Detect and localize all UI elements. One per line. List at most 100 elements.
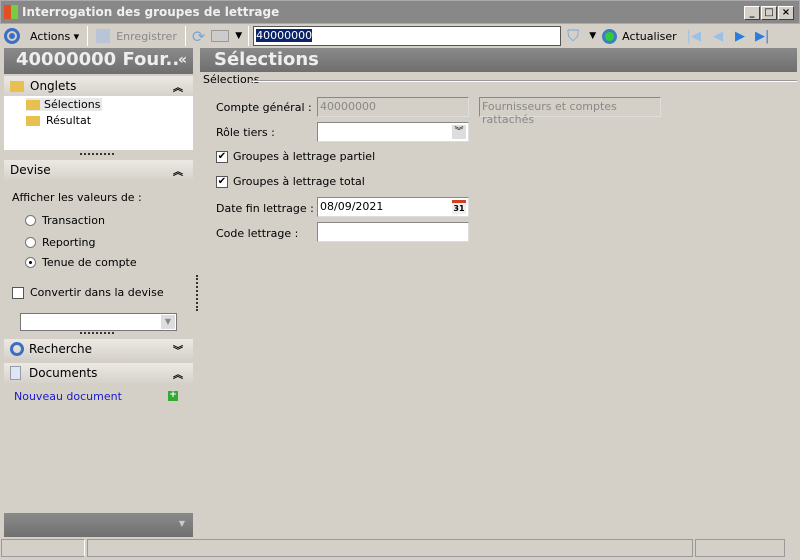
document-icon bbox=[10, 366, 21, 380]
chevron-up-icon[interactable]: ︽ bbox=[173, 79, 183, 94]
save-label: Enregistrer bbox=[116, 29, 177, 43]
separator bbox=[248, 26, 250, 46]
display-values-label: Afficher les valeurs de : bbox=[12, 191, 142, 204]
checkbox[interactable]: ✔ bbox=[216, 175, 228, 188]
section-label: Onglets bbox=[30, 79, 77, 93]
panel-footer: ▼ bbox=[4, 513, 193, 537]
radio-label: Transaction bbox=[42, 214, 105, 227]
splitter-grip[interactable] bbox=[80, 332, 114, 334]
window-title: Interrogation des groupes de lettrage bbox=[22, 5, 280, 19]
target-icon bbox=[10, 342, 24, 356]
lettering-code-field[interactable] bbox=[317, 222, 469, 242]
checkbox-label: Convertir dans la devise bbox=[30, 286, 164, 299]
chevron-down-icon[interactable]: ▼ bbox=[179, 519, 185, 528]
filter-dropdown[interactable]: ▼ bbox=[589, 31, 596, 41]
section-label: Recherche bbox=[29, 342, 93, 356]
radio-tenue-de-compte[interactable]: Tenue de compte bbox=[25, 256, 137, 269]
third-party-role-label: Rôle tiers : bbox=[216, 126, 275, 139]
tabs-tree: Sélections Résultat bbox=[4, 96, 193, 150]
app-icon bbox=[4, 5, 18, 19]
save-icon bbox=[96, 29, 111, 43]
status-cell bbox=[695, 539, 785, 557]
maximize-button[interactable]: □ bbox=[761, 6, 777, 20]
target-icon[interactable] bbox=[4, 28, 20, 44]
status-cell bbox=[87, 539, 693, 557]
vertical-splitter-grip[interactable] bbox=[196, 275, 198, 311]
folder-icon bbox=[10, 80, 24, 92]
add-icon[interactable]: + bbox=[168, 391, 178, 401]
partial-lettering-checkbox[interactable]: ✔ Groupes à lettrage partiel bbox=[216, 150, 375, 163]
last-record-icon[interactable]: ▶| bbox=[755, 29, 769, 44]
tree-label: Sélections bbox=[44, 98, 101, 111]
convert-currency-checkbox[interactable]: Convertir dans la devise bbox=[12, 286, 164, 299]
section-documents[interactable]: Documents ︽ bbox=[4, 363, 193, 383]
calendar-icon[interactable]: 31 bbox=[452, 200, 466, 214]
radio-button[interactable] bbox=[25, 215, 36, 226]
date-value: 08/09/2021 bbox=[320, 200, 384, 213]
refresh-button[interactable]: Actualiser bbox=[602, 28, 677, 44]
sync-icon[interactable]: ⟳ bbox=[192, 27, 205, 46]
refresh-label: Actualiser bbox=[622, 29, 677, 43]
actions-menu[interactable]: Actions ▾ bbox=[30, 30, 79, 43]
account-label: Compte général : bbox=[216, 101, 312, 114]
lettering-code-label: Code lettrage : bbox=[216, 227, 299, 240]
search-input[interactable]: 40000000 bbox=[253, 26, 562, 46]
folder-open-icon bbox=[26, 99, 40, 110]
section-label: Documents bbox=[29, 366, 98, 380]
third-party-role-select[interactable]: ︾ bbox=[317, 122, 469, 142]
tree-label: Résultat bbox=[46, 114, 92, 127]
radio-label: Reporting bbox=[42, 236, 96, 249]
radio-button[interactable] bbox=[25, 257, 36, 268]
minimize-button[interactable]: _ bbox=[744, 6, 760, 20]
left-panel-title: 40000000 Four.. bbox=[16, 49, 180, 70]
section-label: Devise bbox=[10, 163, 51, 177]
tree-item-selections[interactable]: Sélections bbox=[26, 98, 103, 111]
main-header: Sélections bbox=[200, 48, 797, 72]
currency-select[interactable]: ▼ bbox=[20, 313, 177, 331]
new-document-link[interactable]: Nouveau document bbox=[14, 390, 122, 403]
search-value: 40000000 bbox=[256, 29, 313, 42]
group-title: Sélections bbox=[203, 73, 260, 86]
print-dropdown[interactable]: ▼ bbox=[235, 31, 242, 41]
previous-record-icon[interactable]: ◀ bbox=[713, 29, 723, 44]
end-date-label: Date fin lettrage : bbox=[216, 202, 314, 215]
splitter-grip[interactable] bbox=[80, 153, 114, 155]
first-record-icon[interactable]: |◀ bbox=[687, 29, 701, 44]
checkbox-label: Groupes à lettrage partiel bbox=[233, 150, 376, 163]
end-date-field[interactable]: 08/09/2021 31 bbox=[317, 197, 469, 217]
section-recherche[interactable]: Recherche ︾ bbox=[4, 339, 193, 359]
refresh-icon bbox=[602, 28, 618, 44]
radio-reporting[interactable]: Reporting bbox=[25, 236, 95, 249]
folder-icon bbox=[26, 115, 40, 126]
close-button[interactable]: × bbox=[778, 6, 794, 20]
separator bbox=[184, 26, 186, 46]
tree-item-resultat[interactable]: Résultat bbox=[26, 114, 91, 127]
account-field: 40000000 bbox=[317, 97, 469, 117]
status-cell bbox=[1, 539, 85, 557]
chevron-down-icon[interactable]: ︾ bbox=[173, 342, 183, 357]
dropdown-arrow-icon[interactable]: ▼ bbox=[161, 315, 175, 329]
save-button[interactable]: Enregistrer bbox=[96, 29, 177, 43]
checkbox[interactable]: ✔ bbox=[216, 150, 228, 163]
double-chevron-down-icon[interactable]: ︾ bbox=[452, 125, 466, 139]
radio-label: Tenue de compte bbox=[42, 256, 137, 269]
status-bar bbox=[0, 538, 800, 558]
section-devise[interactable]: Devise ︽ bbox=[4, 160, 193, 180]
radio-button[interactable] bbox=[25, 237, 36, 248]
chevron-up-icon[interactable]: ︽ bbox=[173, 163, 183, 178]
separator bbox=[87, 26, 89, 46]
radio-transaction[interactable]: Transaction bbox=[25, 214, 105, 227]
left-panel-header: 40000000 Four.. « bbox=[4, 48, 193, 74]
filter-icon[interactable]: ⛉ bbox=[567, 26, 579, 46]
print-icon[interactable] bbox=[211, 30, 230, 42]
chevron-up-icon[interactable]: ︽ bbox=[173, 366, 183, 381]
total-lettering-checkbox[interactable]: ✔ Groupes à lettrage total bbox=[216, 175, 365, 188]
section-onglets[interactable]: Onglets ︽ bbox=[4, 76, 193, 96]
checkbox[interactable] bbox=[12, 286, 24, 299]
checkbox-label: Groupes à lettrage total bbox=[233, 175, 365, 188]
group-divider bbox=[252, 80, 797, 82]
collapse-panel-icon[interactable]: « bbox=[178, 48, 187, 72]
account-description-field: Fournisseurs et comptes rattachés bbox=[479, 97, 661, 126]
actions-label: Actions bbox=[30, 29, 71, 43]
next-record-icon[interactable]: ▶ bbox=[735, 29, 745, 44]
